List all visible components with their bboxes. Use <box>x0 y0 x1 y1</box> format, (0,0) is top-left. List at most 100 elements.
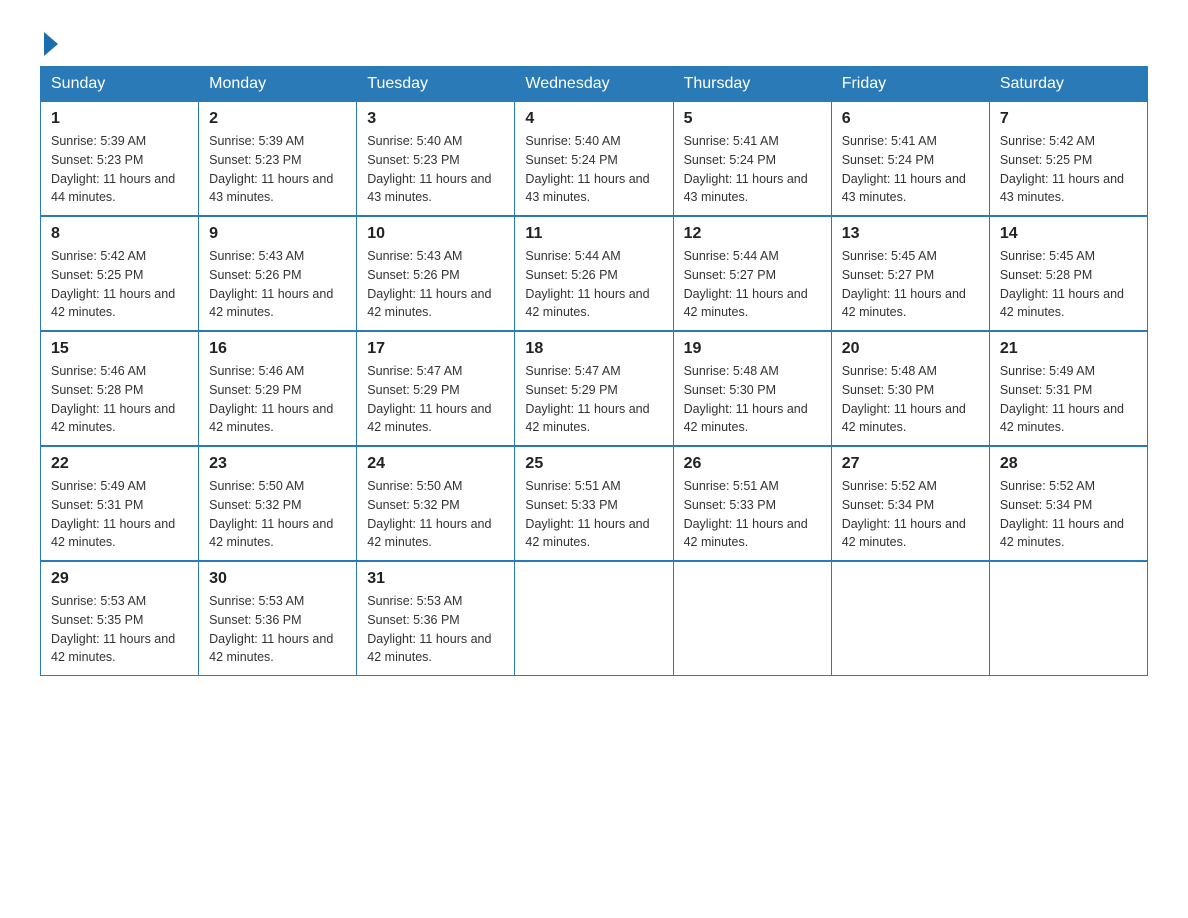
day-info: Sunrise: 5:46 AM Sunset: 5:29 PM Dayligh… <box>209 362 346 437</box>
day-info: Sunrise: 5:50 AM Sunset: 5:32 PM Dayligh… <box>367 477 504 552</box>
day-info: Sunrise: 5:41 AM Sunset: 5:24 PM Dayligh… <box>842 132 979 207</box>
day-number: 23 <box>209 455 346 473</box>
day-number: 18 <box>525 340 662 358</box>
header-tuesday: Tuesday <box>357 67 515 102</box>
day-number: 25 <box>525 455 662 473</box>
day-number: 3 <box>367 110 504 128</box>
day-cell: 6 Sunrise: 5:41 AM Sunset: 5:24 PM Dayli… <box>831 102 989 217</box>
header-friday: Friday <box>831 67 989 102</box>
day-cell: 22 Sunrise: 5:49 AM Sunset: 5:31 PM Dayl… <box>41 446 199 561</box>
day-number: 13 <box>842 225 979 243</box>
day-cell: 10 Sunrise: 5:43 AM Sunset: 5:26 PM Dayl… <box>357 216 515 331</box>
day-cell: 31 Sunrise: 5:53 AM Sunset: 5:36 PM Dayl… <box>357 561 515 676</box>
day-cell: 19 Sunrise: 5:48 AM Sunset: 5:30 PM Dayl… <box>673 331 831 446</box>
header-monday: Monday <box>199 67 357 102</box>
calendar-table: SundayMondayTuesdayWednesdayThursdayFrid… <box>40 66 1148 676</box>
day-cell: 4 Sunrise: 5:40 AM Sunset: 5:24 PM Dayli… <box>515 102 673 217</box>
day-cell: 13 Sunrise: 5:45 AM Sunset: 5:27 PM Dayl… <box>831 216 989 331</box>
day-cell: 18 Sunrise: 5:47 AM Sunset: 5:29 PM Dayl… <box>515 331 673 446</box>
day-info: Sunrise: 5:53 AM Sunset: 5:35 PM Dayligh… <box>51 592 188 667</box>
day-cell <box>673 561 831 676</box>
day-info: Sunrise: 5:48 AM Sunset: 5:30 PM Dayligh… <box>842 362 979 437</box>
day-cell: 9 Sunrise: 5:43 AM Sunset: 5:26 PM Dayli… <box>199 216 357 331</box>
day-cell: 12 Sunrise: 5:44 AM Sunset: 5:27 PM Dayl… <box>673 216 831 331</box>
day-number: 11 <box>525 225 662 243</box>
day-cell: 29 Sunrise: 5:53 AM Sunset: 5:35 PM Dayl… <box>41 561 199 676</box>
day-number: 2 <box>209 110 346 128</box>
day-cell: 8 Sunrise: 5:42 AM Sunset: 5:25 PM Dayli… <box>41 216 199 331</box>
day-number: 12 <box>684 225 821 243</box>
day-cell: 5 Sunrise: 5:41 AM Sunset: 5:24 PM Dayli… <box>673 102 831 217</box>
day-number: 10 <box>367 225 504 243</box>
day-number: 19 <box>684 340 821 358</box>
day-info: Sunrise: 5:45 AM Sunset: 5:27 PM Dayligh… <box>842 247 979 322</box>
day-number: 27 <box>842 455 979 473</box>
day-number: 8 <box>51 225 188 243</box>
day-number: 17 <box>367 340 504 358</box>
day-info: Sunrise: 5:47 AM Sunset: 5:29 PM Dayligh… <box>525 362 662 437</box>
day-cell: 16 Sunrise: 5:46 AM Sunset: 5:29 PM Dayl… <box>199 331 357 446</box>
week-row-1: 1 Sunrise: 5:39 AM Sunset: 5:23 PM Dayli… <box>41 102 1148 217</box>
day-number: 5 <box>684 110 821 128</box>
day-info: Sunrise: 5:42 AM Sunset: 5:25 PM Dayligh… <box>1000 132 1137 207</box>
day-cell: 15 Sunrise: 5:46 AM Sunset: 5:28 PM Dayl… <box>41 331 199 446</box>
day-info: Sunrise: 5:49 AM Sunset: 5:31 PM Dayligh… <box>1000 362 1137 437</box>
day-info: Sunrise: 5:52 AM Sunset: 5:34 PM Dayligh… <box>1000 477 1137 552</box>
day-cell: 24 Sunrise: 5:50 AM Sunset: 5:32 PM Dayl… <box>357 446 515 561</box>
day-info: Sunrise: 5:40 AM Sunset: 5:24 PM Dayligh… <box>525 132 662 207</box>
day-number: 28 <box>1000 455 1137 473</box>
header-row: SundayMondayTuesdayWednesdayThursdayFrid… <box>41 67 1148 102</box>
header-sunday: Sunday <box>41 67 199 102</box>
day-cell: 11 Sunrise: 5:44 AM Sunset: 5:26 PM Dayl… <box>515 216 673 331</box>
day-number: 15 <box>51 340 188 358</box>
day-number: 30 <box>209 570 346 588</box>
day-number: 7 <box>1000 110 1137 128</box>
day-cell: 1 Sunrise: 5:39 AM Sunset: 5:23 PM Dayli… <box>41 102 199 217</box>
day-cell <box>831 561 989 676</box>
day-info: Sunrise: 5:43 AM Sunset: 5:26 PM Dayligh… <box>209 247 346 322</box>
day-number: 4 <box>525 110 662 128</box>
header-saturday: Saturday <box>989 67 1147 102</box>
day-info: Sunrise: 5:50 AM Sunset: 5:32 PM Dayligh… <box>209 477 346 552</box>
header-thursday: Thursday <box>673 67 831 102</box>
day-number: 1 <box>51 110 188 128</box>
day-info: Sunrise: 5:44 AM Sunset: 5:26 PM Dayligh… <box>525 247 662 322</box>
day-info: Sunrise: 5:48 AM Sunset: 5:30 PM Dayligh… <box>684 362 821 437</box>
day-number: 22 <box>51 455 188 473</box>
day-cell: 21 Sunrise: 5:49 AM Sunset: 5:31 PM Dayl… <box>989 331 1147 446</box>
day-cell <box>515 561 673 676</box>
day-cell: 17 Sunrise: 5:47 AM Sunset: 5:29 PM Dayl… <box>357 331 515 446</box>
day-cell: 20 Sunrise: 5:48 AM Sunset: 5:30 PM Dayl… <box>831 331 989 446</box>
day-number: 21 <box>1000 340 1137 358</box>
day-number: 29 <box>51 570 188 588</box>
day-info: Sunrise: 5:45 AM Sunset: 5:28 PM Dayligh… <box>1000 247 1137 322</box>
header <box>40 30 1148 52</box>
day-info: Sunrise: 5:40 AM Sunset: 5:23 PM Dayligh… <box>367 132 504 207</box>
day-info: Sunrise: 5:39 AM Sunset: 5:23 PM Dayligh… <box>209 132 346 207</box>
logo <box>40 30 58 52</box>
day-info: Sunrise: 5:43 AM Sunset: 5:26 PM Dayligh… <box>367 247 504 322</box>
day-info: Sunrise: 5:47 AM Sunset: 5:29 PM Dayligh… <box>367 362 504 437</box>
day-info: Sunrise: 5:39 AM Sunset: 5:23 PM Dayligh… <box>51 132 188 207</box>
day-info: Sunrise: 5:51 AM Sunset: 5:33 PM Dayligh… <box>525 477 662 552</box>
day-info: Sunrise: 5:46 AM Sunset: 5:28 PM Dayligh… <box>51 362 188 437</box>
day-info: Sunrise: 5:44 AM Sunset: 5:27 PM Dayligh… <box>684 247 821 322</box>
week-row-2: 8 Sunrise: 5:42 AM Sunset: 5:25 PM Dayli… <box>41 216 1148 331</box>
day-cell: 23 Sunrise: 5:50 AM Sunset: 5:32 PM Dayl… <box>199 446 357 561</box>
day-number: 31 <box>367 570 504 588</box>
day-info: Sunrise: 5:53 AM Sunset: 5:36 PM Dayligh… <box>367 592 504 667</box>
day-number: 26 <box>684 455 821 473</box>
day-info: Sunrise: 5:53 AM Sunset: 5:36 PM Dayligh… <box>209 592 346 667</box>
day-cell: 14 Sunrise: 5:45 AM Sunset: 5:28 PM Dayl… <box>989 216 1147 331</box>
week-row-4: 22 Sunrise: 5:49 AM Sunset: 5:31 PM Dayl… <box>41 446 1148 561</box>
day-number: 16 <box>209 340 346 358</box>
day-cell <box>989 561 1147 676</box>
day-number: 6 <box>842 110 979 128</box>
header-wednesday: Wednesday <box>515 67 673 102</box>
day-number: 14 <box>1000 225 1137 243</box>
day-cell: 28 Sunrise: 5:52 AM Sunset: 5:34 PM Dayl… <box>989 446 1147 561</box>
day-info: Sunrise: 5:41 AM Sunset: 5:24 PM Dayligh… <box>684 132 821 207</box>
day-info: Sunrise: 5:42 AM Sunset: 5:25 PM Dayligh… <box>51 247 188 322</box>
day-cell: 2 Sunrise: 5:39 AM Sunset: 5:23 PM Dayli… <box>199 102 357 217</box>
week-row-5: 29 Sunrise: 5:53 AM Sunset: 5:35 PM Dayl… <box>41 561 1148 676</box>
